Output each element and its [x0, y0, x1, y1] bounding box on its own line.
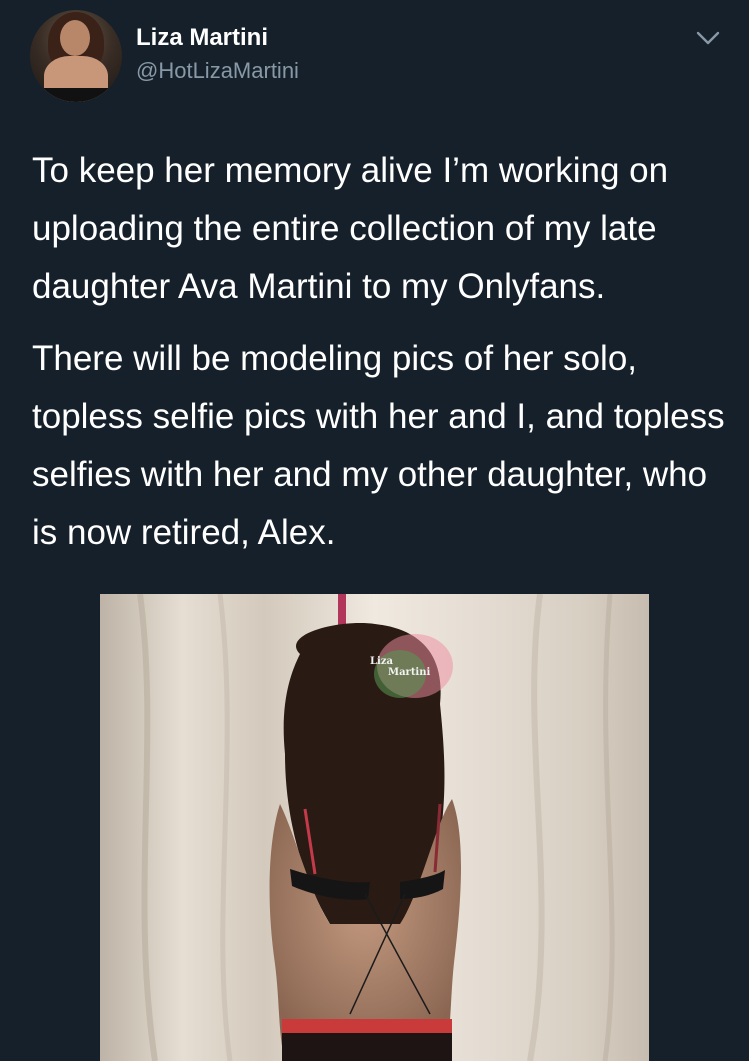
tweet-paragraph: There will be modeling pics of her solo,…: [32, 339, 725, 552]
avatar-face: [60, 20, 90, 56]
watermark-line-1: Liza: [370, 656, 393, 667]
watermark-line-2: Martini: [388, 667, 431, 678]
author-handle[interactable]: @HotLizaMartini: [136, 58, 299, 84]
avatar-top: [44, 88, 108, 102]
author-name[interactable]: Liza Martini: [136, 24, 268, 52]
tweet-text: To keep her memory alive I’m working on …: [32, 142, 732, 576]
chevron-down-icon[interactable]: [694, 26, 722, 50]
tweet-photo[interactable]: Liza Martini: [100, 594, 649, 1061]
watermark-text: Liza Martini: [370, 656, 430, 678]
avatar[interactable]: [30, 10, 122, 102]
tweet-paragraph: To keep her memory alive I’m working on …: [32, 151, 669, 306]
